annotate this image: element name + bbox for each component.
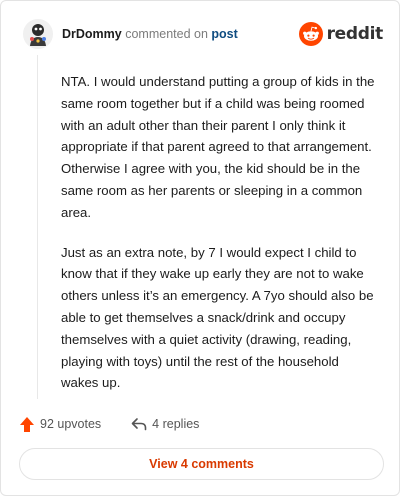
- meta-verb: commented on: [125, 27, 208, 41]
- avatar-icon: [23, 19, 53, 49]
- view-comments-button[interactable]: View 4 comments: [19, 448, 384, 480]
- thread-line: [37, 55, 38, 399]
- reddit-logo[interactable]: reddit: [298, 22, 384, 46]
- upvote-count: 92 upvotes: [40, 417, 102, 431]
- comment-meta: DrDommy commented on post: [62, 27, 238, 41]
- reply-arrow-icon: [131, 418, 147, 431]
- reply-count: 4 replies: [152, 417, 200, 431]
- username-link[interactable]: DrDommy: [62, 27, 122, 41]
- post-link[interactable]: post: [211, 27, 237, 41]
- reply-button[interactable]: 4 replies: [131, 417, 199, 431]
- upvote-button[interactable]: 92 upvotes: [19, 416, 101, 433]
- comment-card: DrDommy commented on post reddit NTA. I …: [0, 0, 400, 496]
- comment-header: DrDommy commented on post reddit: [23, 19, 383, 49]
- comment-paragraph: NTA. I would understand putting a group …: [61, 74, 375, 220]
- comment-body: NTA. I would understand putting a group …: [61, 71, 377, 412]
- user-avatar[interactable]: [23, 19, 53, 49]
- comment-paragraph: Just as an extra note, by 7 I would expe…: [61, 244, 374, 391]
- reddit-snoo-icon: [298, 22, 323, 46]
- brand-wordmark: reddit: [326, 24, 384, 44]
- comment-actions: 92 upvotes 4 replies: [19, 413, 199, 435]
- upvote-arrow-icon: [20, 416, 34, 432]
